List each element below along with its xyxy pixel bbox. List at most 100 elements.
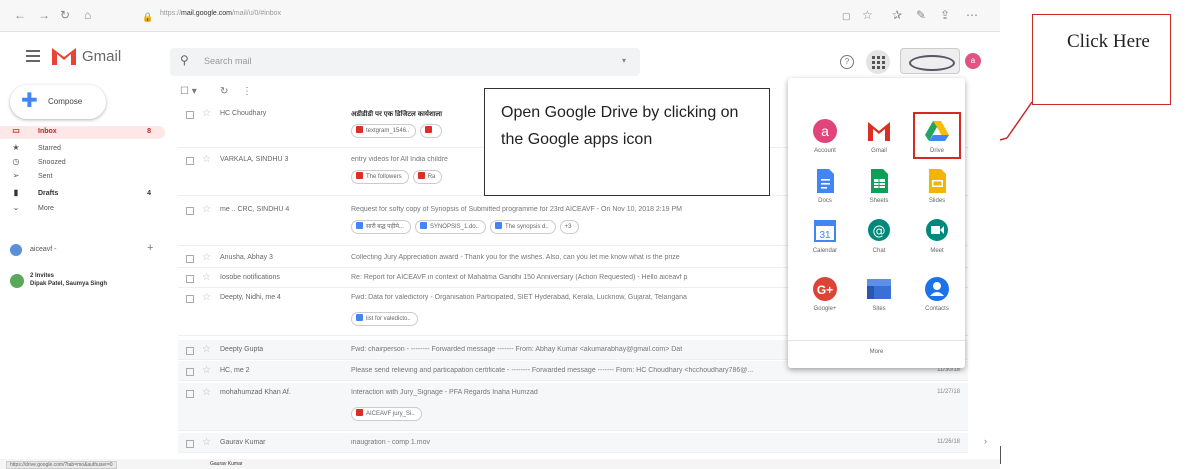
contacts-icon (924, 276, 950, 302)
address-bar[interactable]: https://mail.google.com/mail/u/0/#inbox (160, 10, 281, 17)
row-checkbox[interactable] (186, 111, 194, 119)
google-apps-icon[interactable] (866, 50, 890, 74)
star-icon[interactable]: ☆ (202, 108, 211, 119)
mail-row[interactable]: ☆ Gaurav Kumar inaugration - comp 1.mov … (178, 433, 968, 453)
mail-subject-text: अडीडीडी पर एक डिजिटल कार्यशाला (351, 111, 443, 118)
star-icon[interactable]: ☆ (202, 252, 211, 263)
app-google-plus[interactable]: G+ Google+ (800, 276, 850, 312)
apps-more-button[interactable]: More (788, 340, 965, 362)
forward-icon[interactable]: → (38, 8, 50, 22)
star-icon: ★ (12, 143, 20, 152)
sidebar-item-starred[interactable]: ★ Starred (0, 143, 165, 156)
account-icon: a (812, 118, 838, 144)
app-meet[interactable]: Meet (912, 218, 962, 254)
attachment-name: textgram_1546.. (366, 128, 410, 134)
star-icon[interactable]: ☆ (202, 365, 211, 376)
row-checkbox[interactable] (186, 255, 194, 263)
main-menu-icon[interactable] (26, 50, 40, 65)
back-icon[interactable]: ← (14, 8, 26, 22)
add-contact-icon[interactable]: + (147, 242, 153, 254)
gmail-logo-icon[interactable] (51, 46, 77, 66)
sidebar-item-sent[interactable]: ➢ Sent (0, 171, 165, 184)
row-checkbox[interactable] (186, 368, 194, 376)
reading-view-icon[interactable]: ▢ (842, 9, 851, 23)
sidebar-item-inbox[interactable]: ▭ Inbox 8 (0, 126, 165, 139)
search-icon[interactable]: ⚲ (180, 53, 189, 67)
attachment-chip[interactable]: AICEAVF jury_Si.. (351, 407, 422, 421)
search-input[interactable]: ⚲ Search mail ▾ (170, 48, 640, 76)
sidebar-item-drafts[interactable]: ▮ Drafts 4 (0, 188, 165, 201)
select-all-checkbox[interactable]: ☐ ▾ (180, 86, 197, 97)
app-calendar[interactable]: 31 Calendar (800, 218, 850, 254)
url-host: mail.google.com (181, 10, 232, 17)
instruction-callout: Open Google Drive by clicking on the Goo… (484, 88, 770, 196)
app-label: Meet (930, 248, 944, 254)
row-checkbox[interactable] (186, 390, 194, 398)
attachment-name: list for valedicto.. (366, 316, 411, 322)
attachment-name: The synopsis d.. (504, 224, 549, 230)
callout-line-end (999, 137, 1008, 141)
mail-sender: Anusha, Abhay 3 (220, 254, 273, 261)
pen-icon[interactable]: ✎ (916, 8, 926, 22)
attachment-chip[interactable]: textgram_1546.. (351, 124, 417, 138)
refresh-mail-icon[interactable]: ↻ (220, 86, 228, 97)
row-checkbox[interactable] (186, 157, 194, 165)
slides-icon (924, 168, 950, 194)
attachment-chip[interactable]: The synopsis d.. (489, 220, 556, 234)
more-attachments-chip[interactable]: +3 (559, 220, 579, 234)
app-slides[interactable]: Slides (912, 168, 962, 204)
app-sites[interactable]: Sites (854, 276, 904, 312)
attachment-chip[interactable]: The followers (351, 170, 409, 184)
sidebar-item-label: Sent (38, 173, 53, 180)
compose-button[interactable]: ✚ Compose (10, 85, 106, 119)
row-checkbox[interactable] (186, 207, 194, 215)
star-icon[interactable]: ☆ (202, 154, 211, 165)
app-label: Gmail (871, 148, 887, 154)
sidebar-item-more[interactable]: ⌄ More (0, 203, 165, 216)
attachment-chip[interactable]: सारी बद्ध पड़ीमे... (351, 220, 411, 234)
share-icon[interactable]: ⇪ (940, 8, 950, 22)
drive-highlight-box (913, 112, 961, 159)
account-avatar[interactable]: a (965, 53, 981, 69)
app-label: Chat (872, 248, 886, 254)
star-icon[interactable]: ☆ (202, 204, 211, 215)
attachment-chip[interactable]: SYNOPSIS_1.do.. (414, 220, 486, 234)
search-options-icon[interactable]: ▾ (622, 56, 626, 65)
star-icon[interactable]: ☆ (202, 344, 211, 355)
app-chat[interactable]: @ Chat (854, 218, 904, 254)
hangouts-invites[interactable]: 2 Invites Dipak Patel, Saumya Singh (8, 272, 168, 290)
favorites-bar-icon[interactable]: ✰ (892, 8, 902, 22)
attachment-chip[interactable]: Ra (412, 170, 443, 184)
help-icon[interactable]: ? (840, 55, 854, 69)
home-icon[interactable]: ⌂ (84, 8, 91, 22)
favorite-star-icon[interactable]: ☆ (862, 8, 873, 22)
row-checkbox[interactable] (186, 295, 194, 303)
app-contacts[interactable]: Contacts (912, 276, 962, 312)
app-gmail[interactable]: Gmail (854, 118, 904, 154)
more-menu-icon[interactable]: ⋯ (966, 8, 978, 22)
row-checkbox[interactable] (186, 347, 194, 355)
mail-row[interactable]: ☆ mohahumzad Khan Af. Interaction with J… (178, 383, 968, 431)
gmail-header: Gmail ⚲ Search mail ▾ ? a (0, 32, 1000, 80)
invites-names: Dipak Patel, Saumya Singh (30, 281, 108, 287)
more-actions-icon[interactable]: ⋮ (242, 86, 252, 97)
attachment-chip[interactable]: list for valedicto.. (351, 312, 418, 326)
app-sheets[interactable]: Sheets (854, 168, 904, 204)
attachment-chip[interactable] (420, 124, 443, 138)
organization-logo (900, 48, 960, 74)
sidebar-item-snoozed[interactable]: ◷ Snoozed (0, 157, 165, 170)
star-icon[interactable]: ☆ (202, 272, 211, 283)
star-icon[interactable]: ☆ (202, 292, 211, 303)
mail-date: 11/27/18 (937, 389, 960, 395)
row-checkbox[interactable] (186, 440, 194, 448)
row-checkbox[interactable] (186, 275, 194, 283)
star-icon[interactable]: ☆ (202, 387, 211, 398)
refresh-icon[interactable]: ↻ (60, 8, 70, 22)
mail-sender: Deepty Gupta (220, 346, 264, 353)
hangouts-user[interactable]: aiceavf - + (8, 242, 168, 258)
app-account[interactable]: a Account (800, 118, 850, 154)
attachment-chips: textgram_1546.. (351, 124, 446, 138)
star-icon[interactable]: ☆ (202, 437, 211, 448)
chevron-right-icon[interactable]: › (984, 436, 987, 446)
app-docs[interactable]: Docs (800, 168, 850, 204)
